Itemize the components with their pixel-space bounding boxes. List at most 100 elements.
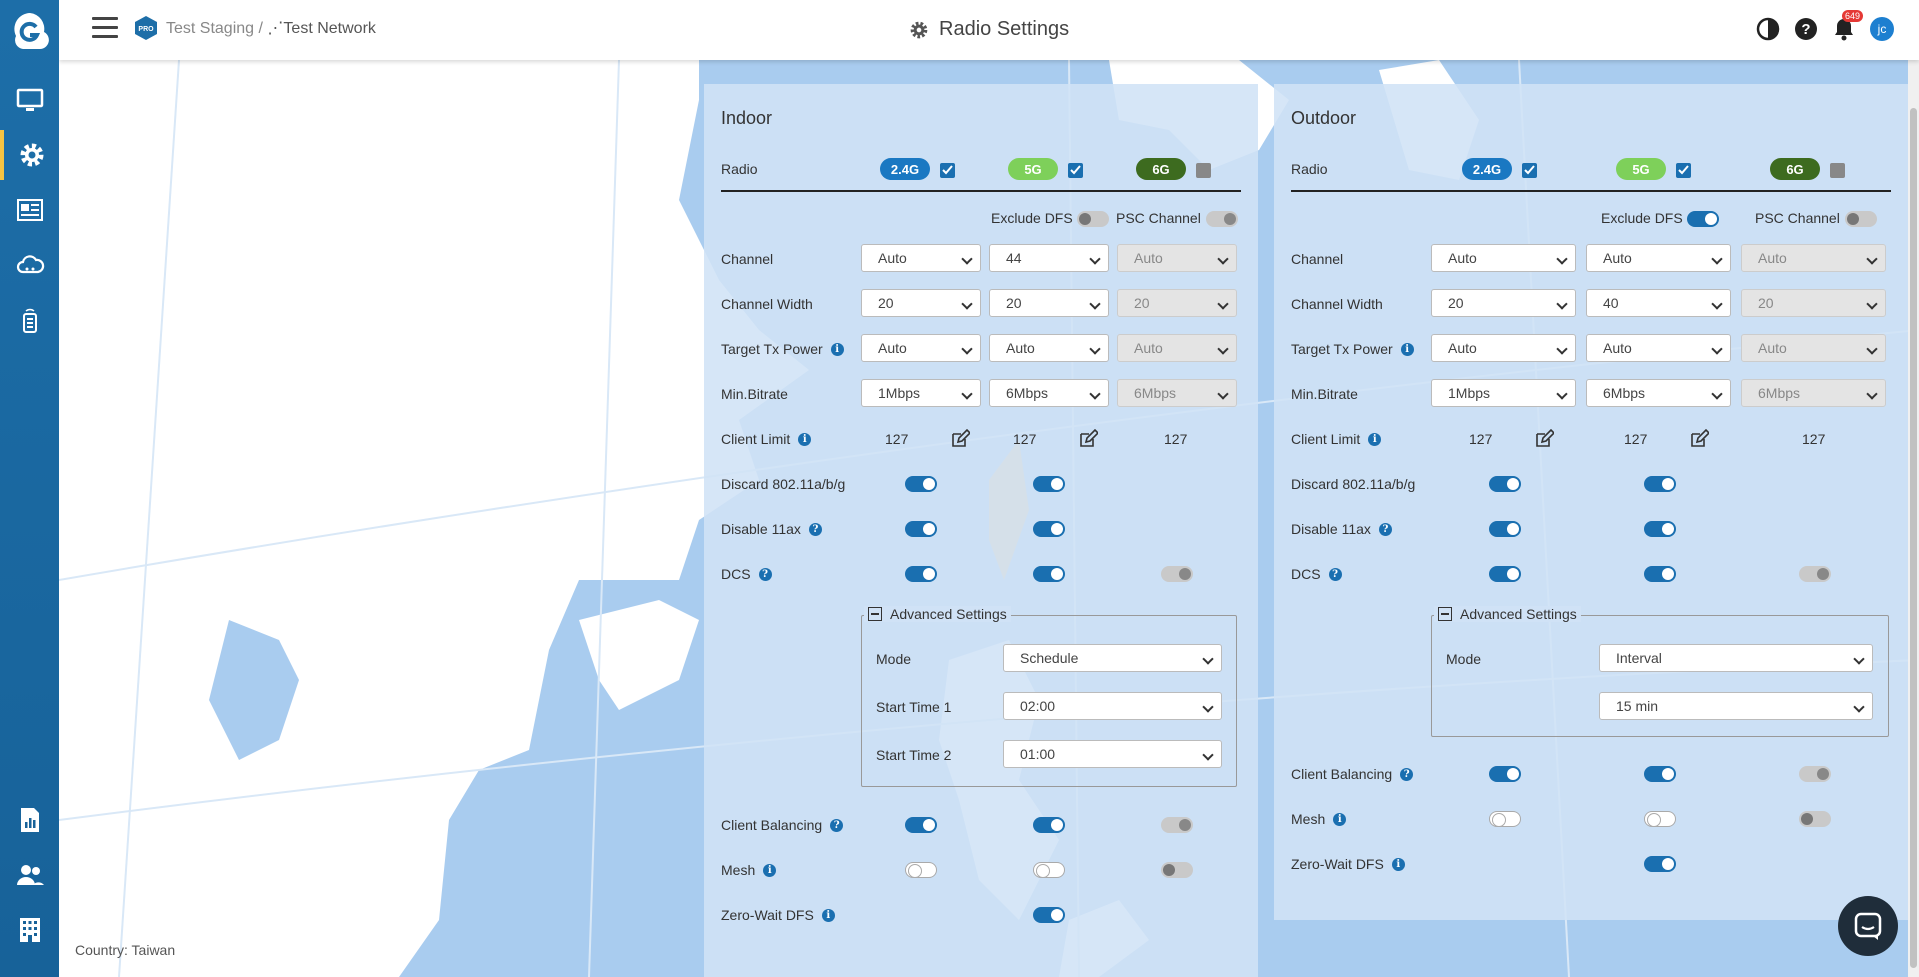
dcs-toggle-24g[interactable]	[1489, 566, 1521, 582]
exclude-dfs-toggle[interactable]	[1077, 211, 1109, 227]
advanced-settings-legend[interactable]: Advanced Settings	[864, 606, 1011, 622]
help-icon[interactable]: ?	[1378, 522, 1392, 536]
band-24g-checkbox[interactable]	[940, 163, 955, 178]
channel-width-select-24g[interactable]: 20	[1431, 289, 1576, 317]
exclude-dfs-toggle[interactable]	[1687, 211, 1719, 227]
dcs-toggle-24g[interactable]	[905, 566, 937, 582]
info-icon[interactable]: i	[1333, 812, 1347, 826]
channel-width-select-5g[interactable]: 40	[1586, 289, 1731, 317]
client-balancing-toggle-6g[interactable]	[1799, 766, 1831, 782]
band-6g-checkbox[interactable]	[1830, 163, 1845, 178]
help-icon[interactable]: ?	[830, 818, 844, 832]
sidebar-item-cloud[interactable]	[0, 240, 59, 290]
channel-select-6g[interactable]: Auto	[1117, 244, 1237, 272]
tx-power-select-5g[interactable]: Auto	[1586, 334, 1731, 362]
channel-select-6g[interactable]: Auto	[1741, 244, 1886, 272]
start-time-1-select[interactable]: 02:00	[1003, 692, 1222, 720]
mode-select[interactable]: Schedule	[1003, 644, 1222, 672]
dcs-toggle-5g[interactable]	[1033, 566, 1065, 582]
edit-icon[interactable]	[1534, 429, 1554, 449]
channel-select-5g[interactable]: Auto	[1586, 244, 1731, 272]
discard-toggle-5g[interactable]	[1644, 476, 1676, 492]
discard-toggle-5g[interactable]	[1033, 476, 1065, 492]
channel-width-select-6g[interactable]: 20	[1741, 289, 1886, 317]
disable-11ax-toggle-24g[interactable]	[905, 521, 937, 537]
sidebar-item-reports[interactable]	[0, 185, 59, 235]
channel-select-5g[interactable]: 44	[989, 244, 1109, 272]
notifications-button[interactable]: 649	[1832, 10, 1864, 41]
channel-width-select-5g[interactable]: 20	[989, 289, 1109, 317]
help-icon[interactable]: ?	[1794, 17, 1818, 41]
band-5g-checkbox[interactable]	[1068, 163, 1083, 178]
help-icon[interactable]: ?	[758, 567, 772, 581]
bitrate-select-6g[interactable]: 6Mbps	[1117, 379, 1237, 407]
disable-11ax-toggle-24g[interactable]	[1489, 521, 1521, 537]
bitrate-select-6g[interactable]: 6Mbps	[1741, 379, 1886, 407]
disable-11ax-toggle-5g[interactable]	[1644, 521, 1676, 537]
mesh-toggle-5g[interactable]	[1644, 811, 1676, 827]
channel-width-select-24g[interactable]: 20	[861, 289, 981, 317]
client-balancing-toggle-24g[interactable]	[1489, 766, 1521, 782]
channel-select-24g[interactable]: Auto	[861, 244, 981, 272]
sidebar-item-analytics[interactable]	[0, 795, 59, 845]
client-balancing-toggle-5g[interactable]	[1033, 817, 1065, 833]
client-balancing-toggle-6g[interactable]	[1161, 817, 1193, 833]
avatar[interactable]: jc	[1870, 17, 1894, 41]
disable-11ax-toggle-5g[interactable]	[1033, 521, 1065, 537]
info-icon[interactable]: i	[830, 342, 844, 356]
zero-wait-dfs-toggle-5g[interactable]	[1644, 856, 1676, 872]
mode-select[interactable]: Interval	[1599, 644, 1873, 672]
client-balancing-toggle-5g[interactable]	[1644, 766, 1676, 782]
channel-select-24g[interactable]: Auto	[1431, 244, 1576, 272]
app-logo-icon[interactable]	[8, 9, 52, 53]
info-icon[interactable]: i	[1400, 342, 1414, 356]
tx-power-select-6g[interactable]: Auto	[1117, 334, 1237, 362]
dcs-toggle-6g[interactable]	[1799, 566, 1831, 582]
band-5g-checkbox[interactable]	[1676, 163, 1691, 178]
psc-channel-toggle[interactable]	[1206, 211, 1238, 227]
breadcrumb-network[interactable]: ⋰Test Network	[267, 20, 375, 37]
breadcrumb-org[interactable]: Test Staging	[166, 20, 254, 37]
bitrate-select-24g[interactable]: 1Mbps	[861, 379, 981, 407]
sidebar-item-users[interactable]	[0, 850, 59, 900]
dcs-toggle-5g[interactable]	[1644, 566, 1676, 582]
mesh-toggle-6g[interactable]	[1161, 862, 1193, 878]
tx-power-select-24g[interactable]: Auto	[861, 334, 981, 362]
mesh-toggle-24g[interactable]	[1489, 811, 1521, 827]
start-time-2-select[interactable]: 01:00	[1003, 740, 1222, 768]
interval-select[interactable]: 15 min	[1599, 692, 1873, 720]
scrollbar-thumb[interactable]	[1910, 108, 1917, 968]
info-icon[interactable]: i	[1368, 432, 1382, 446]
bitrate-select-5g[interactable]: 6Mbps	[989, 379, 1109, 407]
band-6g-checkbox[interactable]	[1196, 163, 1211, 178]
advanced-settings-legend[interactable]: Advanced Settings	[1434, 606, 1581, 622]
edit-icon[interactable]	[1689, 429, 1709, 449]
info-icon[interactable]: i	[821, 908, 835, 922]
edit-icon[interactable]	[950, 429, 970, 449]
mesh-toggle-5g[interactable]	[1033, 862, 1065, 878]
menu-icon[interactable]	[92, 17, 118, 38]
bitrate-select-24g[interactable]: 1Mbps	[1431, 379, 1576, 407]
tx-power-select-24g[interactable]: Auto	[1431, 334, 1576, 362]
mesh-toggle-24g[interactable]	[905, 862, 937, 878]
tx-power-select-6g[interactable]: Auto	[1741, 334, 1886, 362]
channel-width-select-6g[interactable]: 20	[1117, 289, 1237, 317]
discard-toggle-24g[interactable]	[905, 476, 937, 492]
help-icon[interactable]: ?	[808, 522, 822, 536]
discard-toggle-24g[interactable]	[1489, 476, 1521, 492]
theme-toggle-icon[interactable]	[1756, 17, 1780, 41]
sidebar-item-monitor[interactable]	[0, 75, 59, 125]
sidebar-item-settings[interactable]	[0, 130, 59, 180]
help-icon[interactable]: ?	[1400, 767, 1414, 781]
zero-wait-dfs-toggle-5g[interactable]	[1033, 907, 1065, 923]
scrollbar[interactable]	[1908, 60, 1919, 977]
tx-power-select-5g[interactable]: Auto	[989, 334, 1109, 362]
info-icon[interactable]: i	[798, 432, 812, 446]
bitrate-select-5g[interactable]: 6Mbps	[1586, 379, 1731, 407]
info-icon[interactable]: i	[1391, 857, 1405, 871]
edit-icon[interactable]	[1078, 429, 1098, 449]
psc-channel-toggle[interactable]	[1845, 211, 1877, 227]
band-24g-checkbox[interactable]	[1522, 163, 1537, 178]
chat-button[interactable]	[1838, 896, 1898, 956]
sidebar-item-sites[interactable]	[0, 905, 59, 955]
